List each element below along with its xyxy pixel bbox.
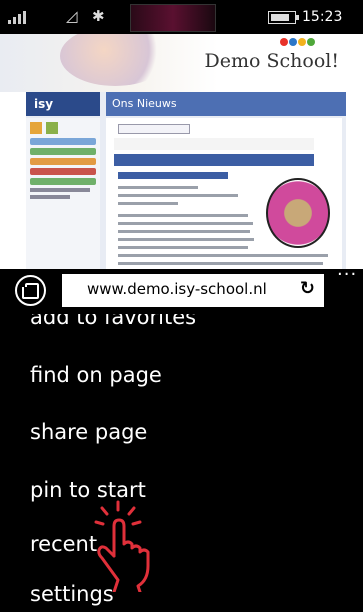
url-text: www.demo.isy-school.nl (87, 280, 267, 298)
url-field[interactable]: www.demo.isy-school.nl ↻ (62, 274, 324, 307)
bluetooth-icon: ✱ (92, 7, 105, 25)
browser-menu: add to favorites find on page share page… (0, 314, 363, 612)
menu-item-share-page[interactable]: share page (30, 420, 147, 444)
site-banner: Demo School! (0, 34, 363, 92)
news-heading: Ons Nieuws (106, 92, 346, 116)
wifi-icon: ◿ (66, 7, 78, 25)
site-logo-mark (280, 38, 315, 46)
web-page-viewport[interactable]: Demo School! isy Ons Nieuws (0, 34, 363, 269)
site-content (106, 118, 342, 269)
menu-item-find-on-page[interactable]: find on page (30, 363, 162, 387)
refresh-icon[interactable]: ↻ (300, 278, 315, 299)
site-sidebar (26, 118, 100, 269)
notification-thumbnail (130, 4, 216, 32)
menu-item-pin-to-start[interactable]: pin to start (30, 478, 146, 502)
menu-item-add-to-favorites[interactable]: add to favorites (30, 314, 196, 329)
site-logo[interactable]: Demo School! (205, 50, 339, 72)
clock: 15:23 (302, 9, 343, 25)
battery-icon (268, 11, 299, 24)
site-page: isy Ons Nieuws (26, 92, 346, 269)
tap-hand-icon (94, 500, 150, 592)
signal-bars-icon (8, 10, 26, 24)
tabs-icon[interactable] (15, 275, 46, 306)
more-icon[interactable]: ... (337, 259, 357, 280)
status-bar: ◿ ✱ 15:23 (0, 0, 363, 34)
article-image (266, 178, 330, 248)
isy-logo[interactable]: isy (26, 92, 100, 116)
address-bar: www.demo.isy-school.nl ↻ ... (0, 259, 363, 314)
